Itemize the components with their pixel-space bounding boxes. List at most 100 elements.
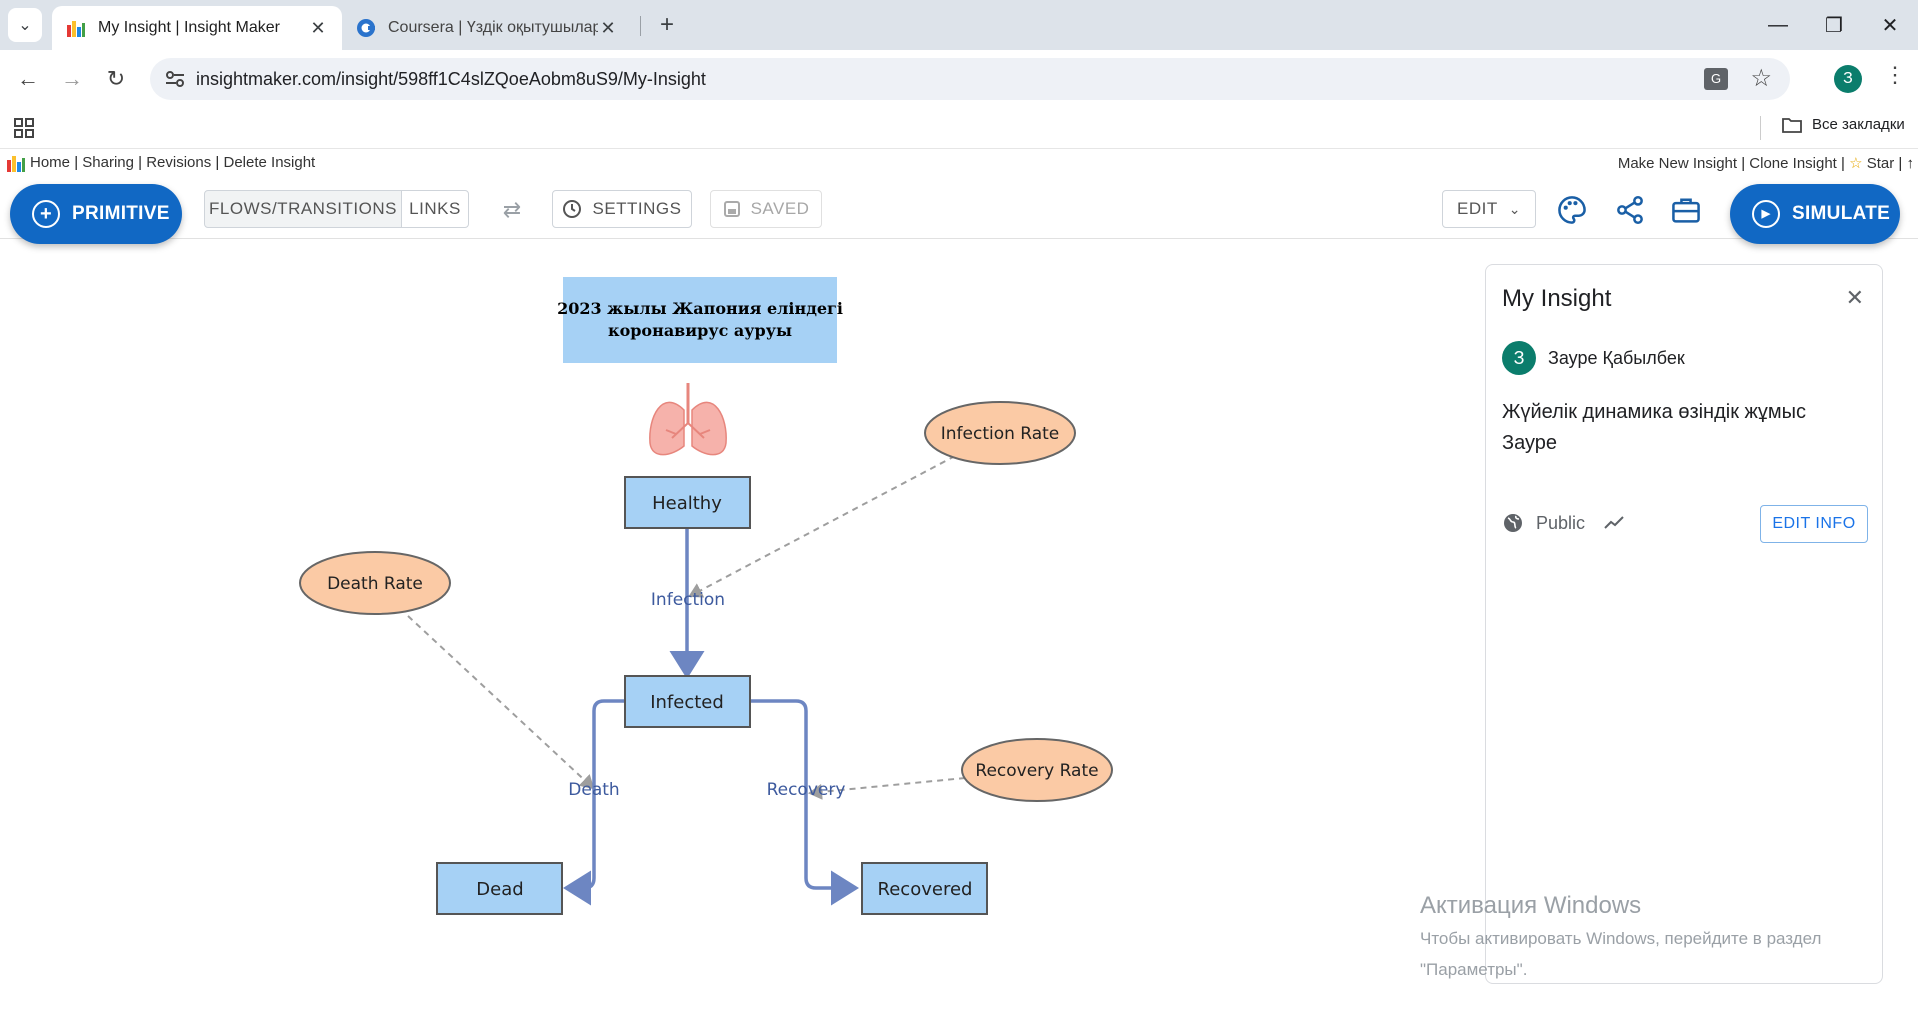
variable-recovery-rate[interactable]: Recovery Rate [961,738,1113,802]
chevron-down-icon: ⌄ [1508,200,1521,217]
stock-label: Dead [476,879,523,900]
clone-insight-link[interactable]: Clone Insight [1749,155,1837,172]
star-icon[interactable]: ☆ [1750,64,1772,93]
settings-button[interactable]: SETTINGS [552,190,692,228]
insight-maker-logo-icon [7,156,25,172]
links-button[interactable]: LINKS [401,190,469,228]
avatar[interactable]: З [1502,341,1536,375]
all-bookmarks-label: Все закладки [1812,116,1905,133]
tab-my-insight[interactable]: My Insight | Insight Maker ✕ [52,6,342,50]
stock-healthy[interactable]: Healthy [624,476,751,529]
stock-label: Infected [650,692,724,713]
tab-search-button[interactable]: ⌄ [8,8,42,42]
stock-label: Recovered [878,879,973,900]
forward-button[interactable]: → [52,59,92,99]
link-separator: | [215,154,224,171]
simulate-button[interactable]: ▶ SIMULATE [1730,184,1900,244]
restore-button[interactable]: ❐ [1806,0,1862,50]
reload-icon: ↻ [106,66,126,91]
arrow-up-icon[interactable]: ↑ [1907,155,1915,172]
swap-arrows-icon[interactable]: ⇄ [496,194,528,226]
new-tab-button[interactable]: + [650,8,684,42]
edit-info-button[interactable]: EDIT INFO [1760,505,1868,543]
star-link[interactable]: Star [1867,155,1895,172]
palette-icon[interactable] [1556,194,1588,226]
stock-dead[interactable]: Dead [436,862,563,915]
browser-tab-bar: ⌄ My Insight | Insight Maker ✕ Coursera … [0,0,1918,50]
saved-button[interactable]: SAVED [710,190,822,228]
clock-icon [563,200,582,218]
browser-nav-bar: ← → ↻ insightmaker.com/insight/598ff1C4s… [0,50,1918,108]
minimize-button[interactable]: — [1750,0,1806,50]
stock-label: Healthy [652,493,722,514]
author-name[interactable]: Зауре Қабылбек [1548,348,1685,369]
edit-label: EDIT [1457,199,1498,218]
insight-links-bar: Home | Sharing | Revisions | Delete Insi… [0,150,1918,178]
title-line-2: коронавирус ауруы [608,321,792,340]
arrow-left-icon: ← [17,66,39,91]
address-bar[interactable]: insightmaker.com/insight/598ff1C4slZQoeA… [150,58,1790,100]
save-disk-icon [723,201,740,217]
saved-label: SAVED [750,199,810,218]
primitive-label: PRIMITIVE [72,203,170,224]
insight-description: Жүйелік динамика өзіндік жұмыс Зауре [1502,401,1807,454]
windows-activation-watermark: Активация Windows Чтобы активировать Win… [1420,892,1821,982]
home-link[interactable]: Home [30,154,70,171]
add-primitive-button[interactable]: + PRIMITIVE [10,184,182,244]
insight-links-right: Make New Insight | Clone Insight | ☆ Sta… [1618,154,1914,172]
visibility-label: Public [1536,512,1586,533]
insight-info-panel: My Insight ✕ З Зауре Қабылбек Жүйелік ди… [1485,264,1883,984]
close-icon[interactable]: ✕ [1846,285,1864,311]
sharing-link[interactable]: Sharing [82,154,134,171]
close-icon: ✕ [1881,14,1899,37]
globe-icon [1504,514,1522,532]
close-tab-icon[interactable]: ✕ [598,18,618,39]
trending-icon[interactable] [1603,514,1625,532]
reload-button[interactable]: ↻ [96,59,136,99]
flow-label-infection: Infection [651,590,725,610]
variable-death-rate[interactable]: Death Rate [299,551,451,615]
variable-label: Death Rate [327,574,423,594]
stock-infected[interactable]: Infected [624,675,751,728]
site-settings-icon[interactable] [164,69,186,89]
link-separator: | [1898,155,1907,172]
link-separator: | [1841,155,1850,172]
make-new-insight-link[interactable]: Make New Insight [1618,155,1737,172]
share-icon[interactable] [1614,194,1646,226]
variable-infection-rate[interactable]: Infection Rate [924,401,1076,465]
all-bookmarks-button[interactable]: Все закладки [1782,116,1905,133]
star-outline-icon: ☆ [1849,155,1863,172]
back-button[interactable]: ← [8,59,48,99]
variable-label: Infection Rate [941,424,1060,444]
folder-icon [1782,117,1802,133]
delete-insight-link[interactable]: Delete Insight [224,154,316,171]
link-separator: | [138,154,147,171]
bookmarks-divider [1760,116,1761,140]
toolbox-icon[interactable] [1670,194,1702,226]
panel-title: My Insight [1502,285,1612,312]
play-circle-icon: ▶ [1752,200,1780,228]
flows-transitions-button[interactable]: FLOWS/TRANSITIONS [204,190,402,228]
insight-links-left: Home | Sharing | Revisions | Delete Insi… [30,154,315,171]
browser-menu-icon[interactable]: ⋮ [1884,62,1906,88]
plus-circle-icon: + [32,200,60,228]
close-window-button[interactable]: ✕ [1862,0,1918,50]
restore-icon: ❐ [1825,14,1843,37]
stock-recovered[interactable]: Recovered [861,862,988,915]
close-tab-icon[interactable]: ✕ [308,18,328,39]
activation-line-1: Чтобы активировать Windows, перейдите в … [1420,929,1822,948]
translate-icon[interactable]: G [1704,68,1728,90]
profile-avatar[interactable]: З [1834,65,1862,93]
minimize-icon: — [1768,13,1788,36]
visibility-row: Public [1502,512,1625,534]
tab-title: My Insight | Insight Maker [98,19,280,36]
title-line-1: 2023 жылы Жапония еліндегі [557,299,843,318]
edit-dropdown[interactable]: EDIT ⌄ [1442,190,1536,228]
link-death-rate[interactable] [407,615,595,790]
apps-grid-icon[interactable] [14,118,34,138]
tab-coursera[interactable]: Coursera | Үздік оқытушылардан ✕ [342,6,632,50]
revisions-link[interactable]: Revisions [146,154,211,171]
variable-label: Recovery Rate [975,761,1098,781]
model-title-note[interactable]: 2023 жылы Жапония еліндегі коронавирус а… [557,277,843,363]
chevron-down-icon: ⌄ [18,17,32,34]
